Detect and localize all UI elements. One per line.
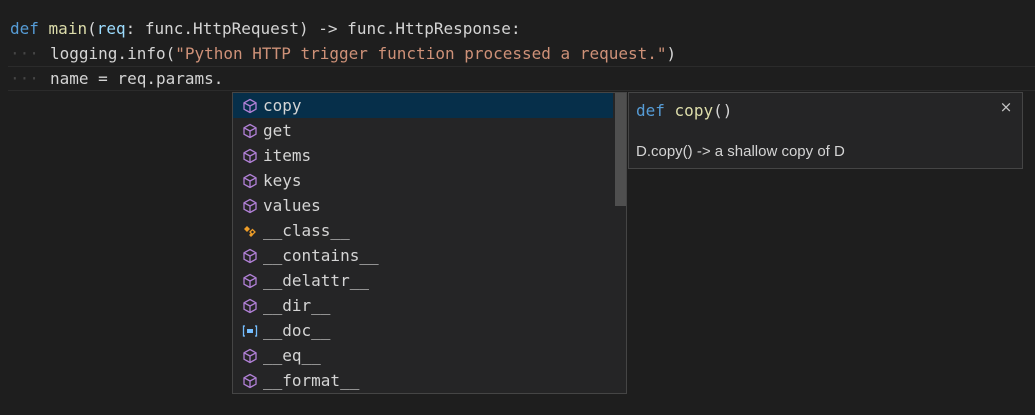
suggest-item-label: __contains__ <box>263 246 379 265</box>
suggest-item-label: __doc__ <box>263 321 331 340</box>
method-cube-icon <box>241 247 259 265</box>
suggest-item-keys[interactable]: keys <box>233 168 613 193</box>
suggest-scrollbar[interactable] <box>615 93 626 393</box>
suggest-item-label: __eq__ <box>263 346 321 365</box>
docs-keyword: def <box>636 101 665 120</box>
suggest-item-values[interactable]: values <box>233 193 613 218</box>
suggest-item-doc[interactable]: __doc__ <box>233 318 613 343</box>
suggest-item-label: keys <box>263 171 302 190</box>
close-paren: ) <box>666 44 677 63</box>
parameter-name: req <box>96 19 126 38</box>
suggest-item-label: copy <box>263 96 302 115</box>
suggest-item-get[interactable]: get <box>233 118 613 143</box>
suggest-item-class[interactable]: __class__ <box>233 218 613 243</box>
type-annotation: : func.HttpRequest) -> func.HttpResponse… <box>125 19 521 38</box>
suggest-item-label: __class__ <box>263 221 350 240</box>
string-literal: "Python HTTP trigger function processed … <box>175 44 667 63</box>
suggest-scroll-thumb[interactable] <box>615 93 626 206</box>
function-name: main <box>48 19 88 38</box>
method-cube-icon <box>241 372 259 390</box>
suggest-widget[interactable]: copy get items keys values __class__ __contain… <box>232 92 627 394</box>
method-cube-icon <box>241 122 259 140</box>
logging-call: logging.info( <box>50 44 176 63</box>
suggest-item-eq[interactable]: __eq__ <box>233 343 613 368</box>
suggest-item-contains[interactable]: __contains__ <box>233 243 613 268</box>
field-bracket-icon <box>241 322 259 340</box>
method-cube-icon <box>241 97 259 115</box>
suggest-item-label: get <box>263 121 292 140</box>
docs-parens: () <box>713 101 733 120</box>
open-paren: ( <box>87 19 97 38</box>
docs-description: D.copy() -> a shallow copy of D <box>636 143 845 160</box>
code-line-1[interactable]: def main(req: func.HttpRequest) -> func.… <box>10 16 521 41</box>
assignment-text: name = req.params. <box>50 69 224 88</box>
suggest-item-label: values <box>263 196 321 215</box>
suggest-item-label: __delattr__ <box>263 271 369 290</box>
method-cube-icon <box>241 197 259 215</box>
suggest-details-panel: def copy() D.copy() -> a shallow copy of… <box>628 92 1023 169</box>
docs-function-name: copy <box>674 101 714 120</box>
class-icon <box>241 222 259 240</box>
docs-signature: def copy() <box>636 99 732 123</box>
close-icon[interactable]: × <box>998 98 1014 116</box>
suggest-item-delattr[interactable]: __delattr__ <box>233 268 613 293</box>
method-cube-icon <box>241 147 259 165</box>
method-cube-icon <box>241 347 259 365</box>
suggest-item-items[interactable]: items <box>233 143 613 168</box>
method-cube-icon <box>241 297 259 315</box>
suggest-item-label: __dir__ <box>263 296 331 315</box>
code-line-2[interactable]: logging.info("Python HTTP trigger functi… <box>10 41 676 66</box>
suggest-item-dir[interactable]: __dir__ <box>233 293 613 318</box>
suggest-item-label: items <box>263 146 312 165</box>
suggest-item-label: __format__ <box>263 371 360 390</box>
suggest-item-copy[interactable]: copy <box>233 93 613 118</box>
suggest-item-format[interactable]: __format__ <box>233 368 613 393</box>
method-cube-icon <box>241 272 259 290</box>
code-line-3[interactable]: name = req.params. <box>10 66 223 91</box>
keyword-def: def <box>10 19 39 38</box>
method-cube-icon <box>241 172 259 190</box>
